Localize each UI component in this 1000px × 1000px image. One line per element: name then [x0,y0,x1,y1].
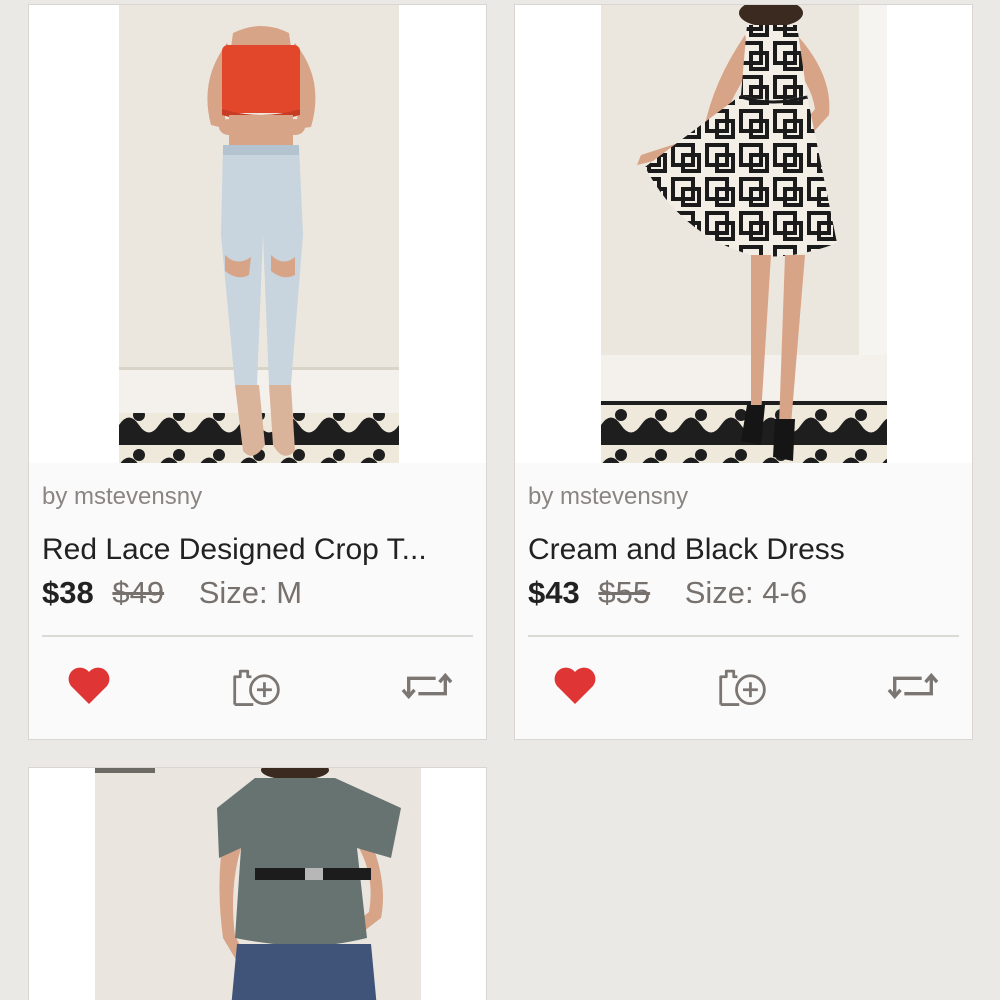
listing-image [601,5,887,463]
bundle-add-icon [719,669,766,706]
listing-size: Size: M [198,575,303,610]
seller-name[interactable]: by mstevensny [42,483,202,511]
price-row: $43 $55 Size: 4-6 [528,575,807,611]
listing-size: Size: 4-6 [684,575,808,610]
listing-photo[interactable] [515,5,972,463]
share-button[interactable] [887,663,939,709]
listing-card[interactable] [28,767,487,1000]
share-icon [401,672,453,700]
listing-price: $43 [528,575,580,610]
original-price: $55 [598,575,651,610]
add-to-bundle-button[interactable] [231,663,283,709]
listing-photo[interactable] [29,768,486,1000]
add-to-bundle-button[interactable] [717,663,769,709]
listing-image [119,5,399,463]
listing-info: by mstevensny Cream and Black Dress $43 … [515,463,972,739]
divider [42,635,473,637]
bundle-add-icon [233,669,280,706]
original-price: $49 [112,575,165,610]
share-icon [887,672,939,700]
listing-price: $38 [42,575,94,610]
heart-icon [554,667,596,704]
seller-name[interactable]: by mstevensny [528,483,688,511]
listing-image [95,768,421,1000]
like-button[interactable] [549,663,601,709]
listing-title[interactable]: Cream and Black Dress [528,533,960,567]
share-button[interactable] [401,663,453,709]
listing-card[interactable]: by mstevensny Cream and Black Dress $43 … [514,4,973,740]
listing-grid: by mstevensny Red Lace Designed Crop T..… [0,0,1000,1000]
listing-info: by mstevensny Red Lace Designed Crop T..… [29,463,486,739]
listing-title[interactable]: Red Lace Designed Crop T... [42,533,474,567]
listing-photo[interactable] [29,5,486,463]
listing-card[interactable]: by mstevensny Red Lace Designed Crop T..… [28,4,487,740]
divider [528,635,959,637]
like-button[interactable] [63,663,115,709]
price-row: $38 $49 Size: M [42,575,302,611]
heart-icon [68,667,110,704]
